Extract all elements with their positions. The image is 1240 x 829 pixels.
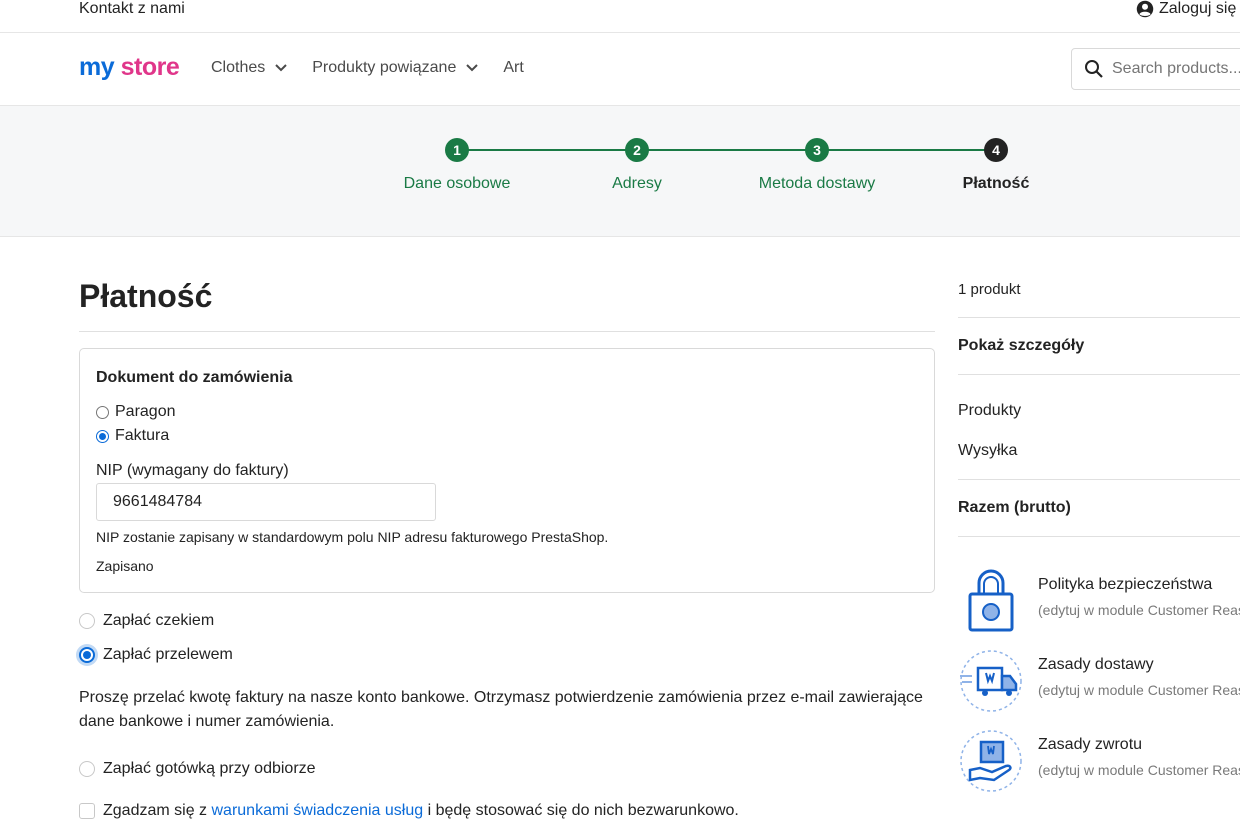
nav-label: Produkty powiązane <box>312 59 457 76</box>
reassurance-title: Zasady dostawy <box>1038 656 1154 673</box>
show-details-toggle[interactable]: Pokaż szczegóły <box>958 337 1084 355</box>
total-label: Razem (brutto) <box>958 499 1071 516</box>
reassurance-returns: Zasady zwrotu (edytuj w module Customer … <box>958 728 1240 798</box>
reassurance-subtitle: (edytuj w module Customer Reassurance) <box>1038 682 1240 698</box>
terms-checkbox[interactable] <box>79 803 95 819</box>
delivery-truck-icon <box>960 650 1022 712</box>
reassurance-delivery: Zasady dostawy (edytuj w module Customer… <box>958 648 1240 718</box>
reassurance-subtitle: (edytuj w module Customer Reassurance) <box>1038 762 1240 778</box>
step-number: 2 <box>625 138 649 162</box>
document-heading: Dokument do zamówienia <box>96 369 293 386</box>
terms-link[interactable]: warunkami świadczenia usług <box>211 802 423 819</box>
reassurance-subtitle: (edytuj w module Customer Reassurance) <box>1038 602 1240 618</box>
top-bar: Kontakt z nami Zaloguj się <box>0 0 1240 33</box>
checkout-stepper: 1 Dane osobowe 2 Adresy 3 Metoda dostawy… <box>0 106 1240 237</box>
subtotal-products-label: Produkty <box>958 402 1022 419</box>
reassurance-title: Zasady zwrotu <box>1038 736 1143 753</box>
payment-label: Zapłać gotówką przy odbiorze <box>103 760 316 777</box>
divider <box>958 374 1240 375</box>
terms-text: Zgadzam się z warunkami świadczenia usłu… <box>103 802 739 820</box>
receipt-radio[interactable] <box>96 405 109 419</box>
login-link[interactable]: Zaloguj się <box>1136 0 1236 18</box>
payment-label: Zapłać czekiem <box>103 612 215 629</box>
document-option-receipt[interactable]: Paragon <box>96 403 176 421</box>
option-label: Faktura <box>115 427 170 444</box>
subtotal-shipping-label: Wysyłka <box>958 442 1018 459</box>
invoice-radio[interactable] <box>96 429 109 443</box>
chevron-down-icon <box>466 64 479 72</box>
divider <box>958 317 1240 318</box>
step-number: 1 <box>445 138 469 162</box>
document-option-invoice[interactable]: Faktura <box>96 427 169 445</box>
padlock-icon <box>968 569 1014 632</box>
reassurance-title: Polityka bezpieczeństwa <box>1038 576 1213 593</box>
payment-radio[interactable] <box>79 647 95 663</box>
step-number: 4 <box>984 138 1008 162</box>
reassurance-security: Polityka bezpieczeństwa (edytuj w module… <box>958 568 1240 638</box>
nip-hint: NIP zostanie zapisany w standardowym pol… <box>96 529 609 545</box>
divider <box>958 479 1240 480</box>
terms-suffix: i będę stosować się do nich bezwarunkowo… <box>423 802 739 819</box>
nav-item-clothes[interactable]: Clothes <box>211 59 287 77</box>
page-title: Płatność <box>79 278 213 314</box>
payment-option-cash-on-delivery[interactable]: Zapłać gotówką przy odbiorze <box>79 760 316 778</box>
user-circle-icon <box>1136 0 1154 18</box>
nip-input[interactable]: 9661484784 <box>96 483 436 521</box>
login-label: Zaloguj się <box>1159 0 1237 17</box>
option-label: Paragon <box>115 403 176 420</box>
nav-item-art[interactable]: Art <box>503 59 523 77</box>
store-logo[interactable]: my store <box>79 53 180 82</box>
step-label: Adresy <box>612 175 662 192</box>
site-header: my store Clothes Produkty powiązane Art <box>0 33 1240 106</box>
step-shipping-method[interactable]: 3 Metoda dostawy <box>727 138 907 193</box>
step-label: Dane osobowe <box>403 175 511 192</box>
search-box[interactable] <box>1071 48 1240 90</box>
payment-label: Zapłać przelewem <box>103 646 233 663</box>
step-payment: 4 Płatność <box>906 138 1086 193</box>
divider <box>79 331 935 332</box>
step-personal-data[interactable]: 1 Dane osobowe <box>367 138 547 193</box>
payment-radio[interactable] <box>79 613 95 629</box>
main-nav: Clothes Produkty powiązane Art <box>211 59 549 77</box>
logo-part-my: my <box>79 53 115 81</box>
nav-label: Clothes <box>211 59 266 76</box>
payment-option-transfer[interactable]: Zapłać przelewem <box>79 646 233 664</box>
cart-count: 1 produkt <box>958 281 1021 298</box>
search-input[interactable] <box>1112 60 1240 78</box>
payment-option-check[interactable]: Zapłać czekiem <box>79 612 214 630</box>
step-label: Płatność <box>962 175 1030 192</box>
nip-label: NIP (wymagany do faktury) <box>96 462 289 479</box>
step-number: 3 <box>805 138 829 162</box>
nav-item-related-products[interactable]: Produkty powiązane <box>312 59 479 77</box>
contact-link[interactable]: Kontakt z nami <box>79 0 185 18</box>
terms-prefix: Zgadzam się z <box>103 802 212 819</box>
save-status: Zapisano <box>96 558 154 574</box>
return-box-icon <box>960 730 1022 792</box>
chevron-down-icon <box>275 64 287 72</box>
order-document-box: Dokument do zamówienia Paragon Faktura N… <box>79 348 935 593</box>
search-icon <box>1085 60 1103 78</box>
payment-radio[interactable] <box>79 761 95 777</box>
logo-part-store: store <box>120 53 180 81</box>
transfer-instructions: Proszę przelać kwotę faktury na nasze ko… <box>79 689 923 730</box>
divider <box>958 536 1240 537</box>
nav-label: Art <box>503 59 524 76</box>
terms-agreement[interactable]: Zgadzam się z warunkami świadczenia usłu… <box>79 802 739 820</box>
step-label: Metoda dostawy <box>758 175 876 192</box>
step-addresses[interactable]: 2 Adresy <box>547 138 727 193</box>
